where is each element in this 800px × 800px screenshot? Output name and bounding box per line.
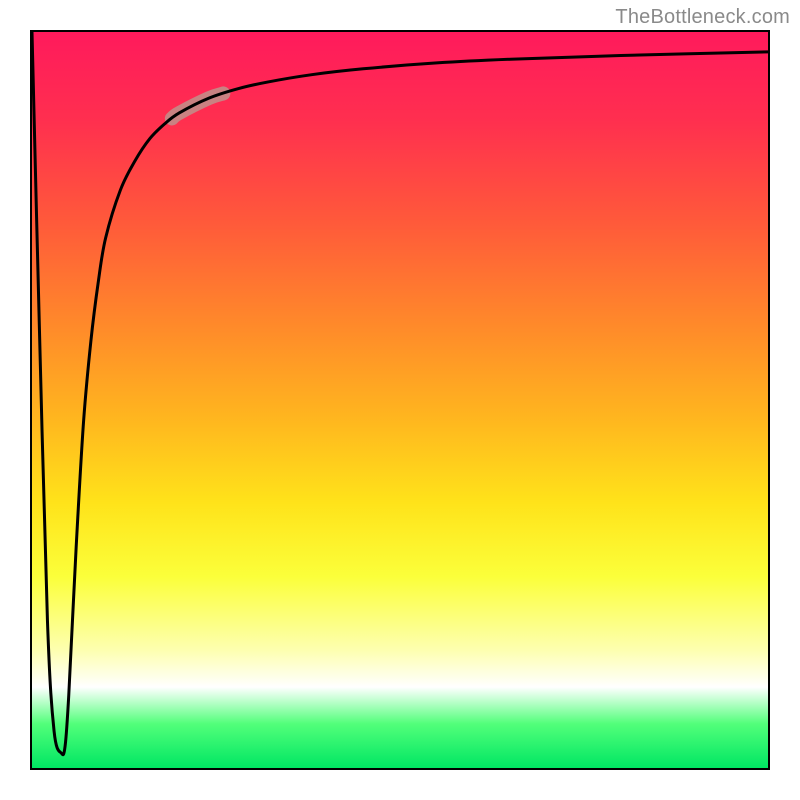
curve-layer: [32, 32, 768, 768]
highlight-segment: [172, 93, 224, 118]
chart-root: TheBottleneck.com: [0, 0, 800, 800]
bottleneck-curve: [32, 32, 768, 755]
plot-area: [30, 30, 770, 770]
attribution-text: TheBottleneck.com: [615, 6, 790, 29]
